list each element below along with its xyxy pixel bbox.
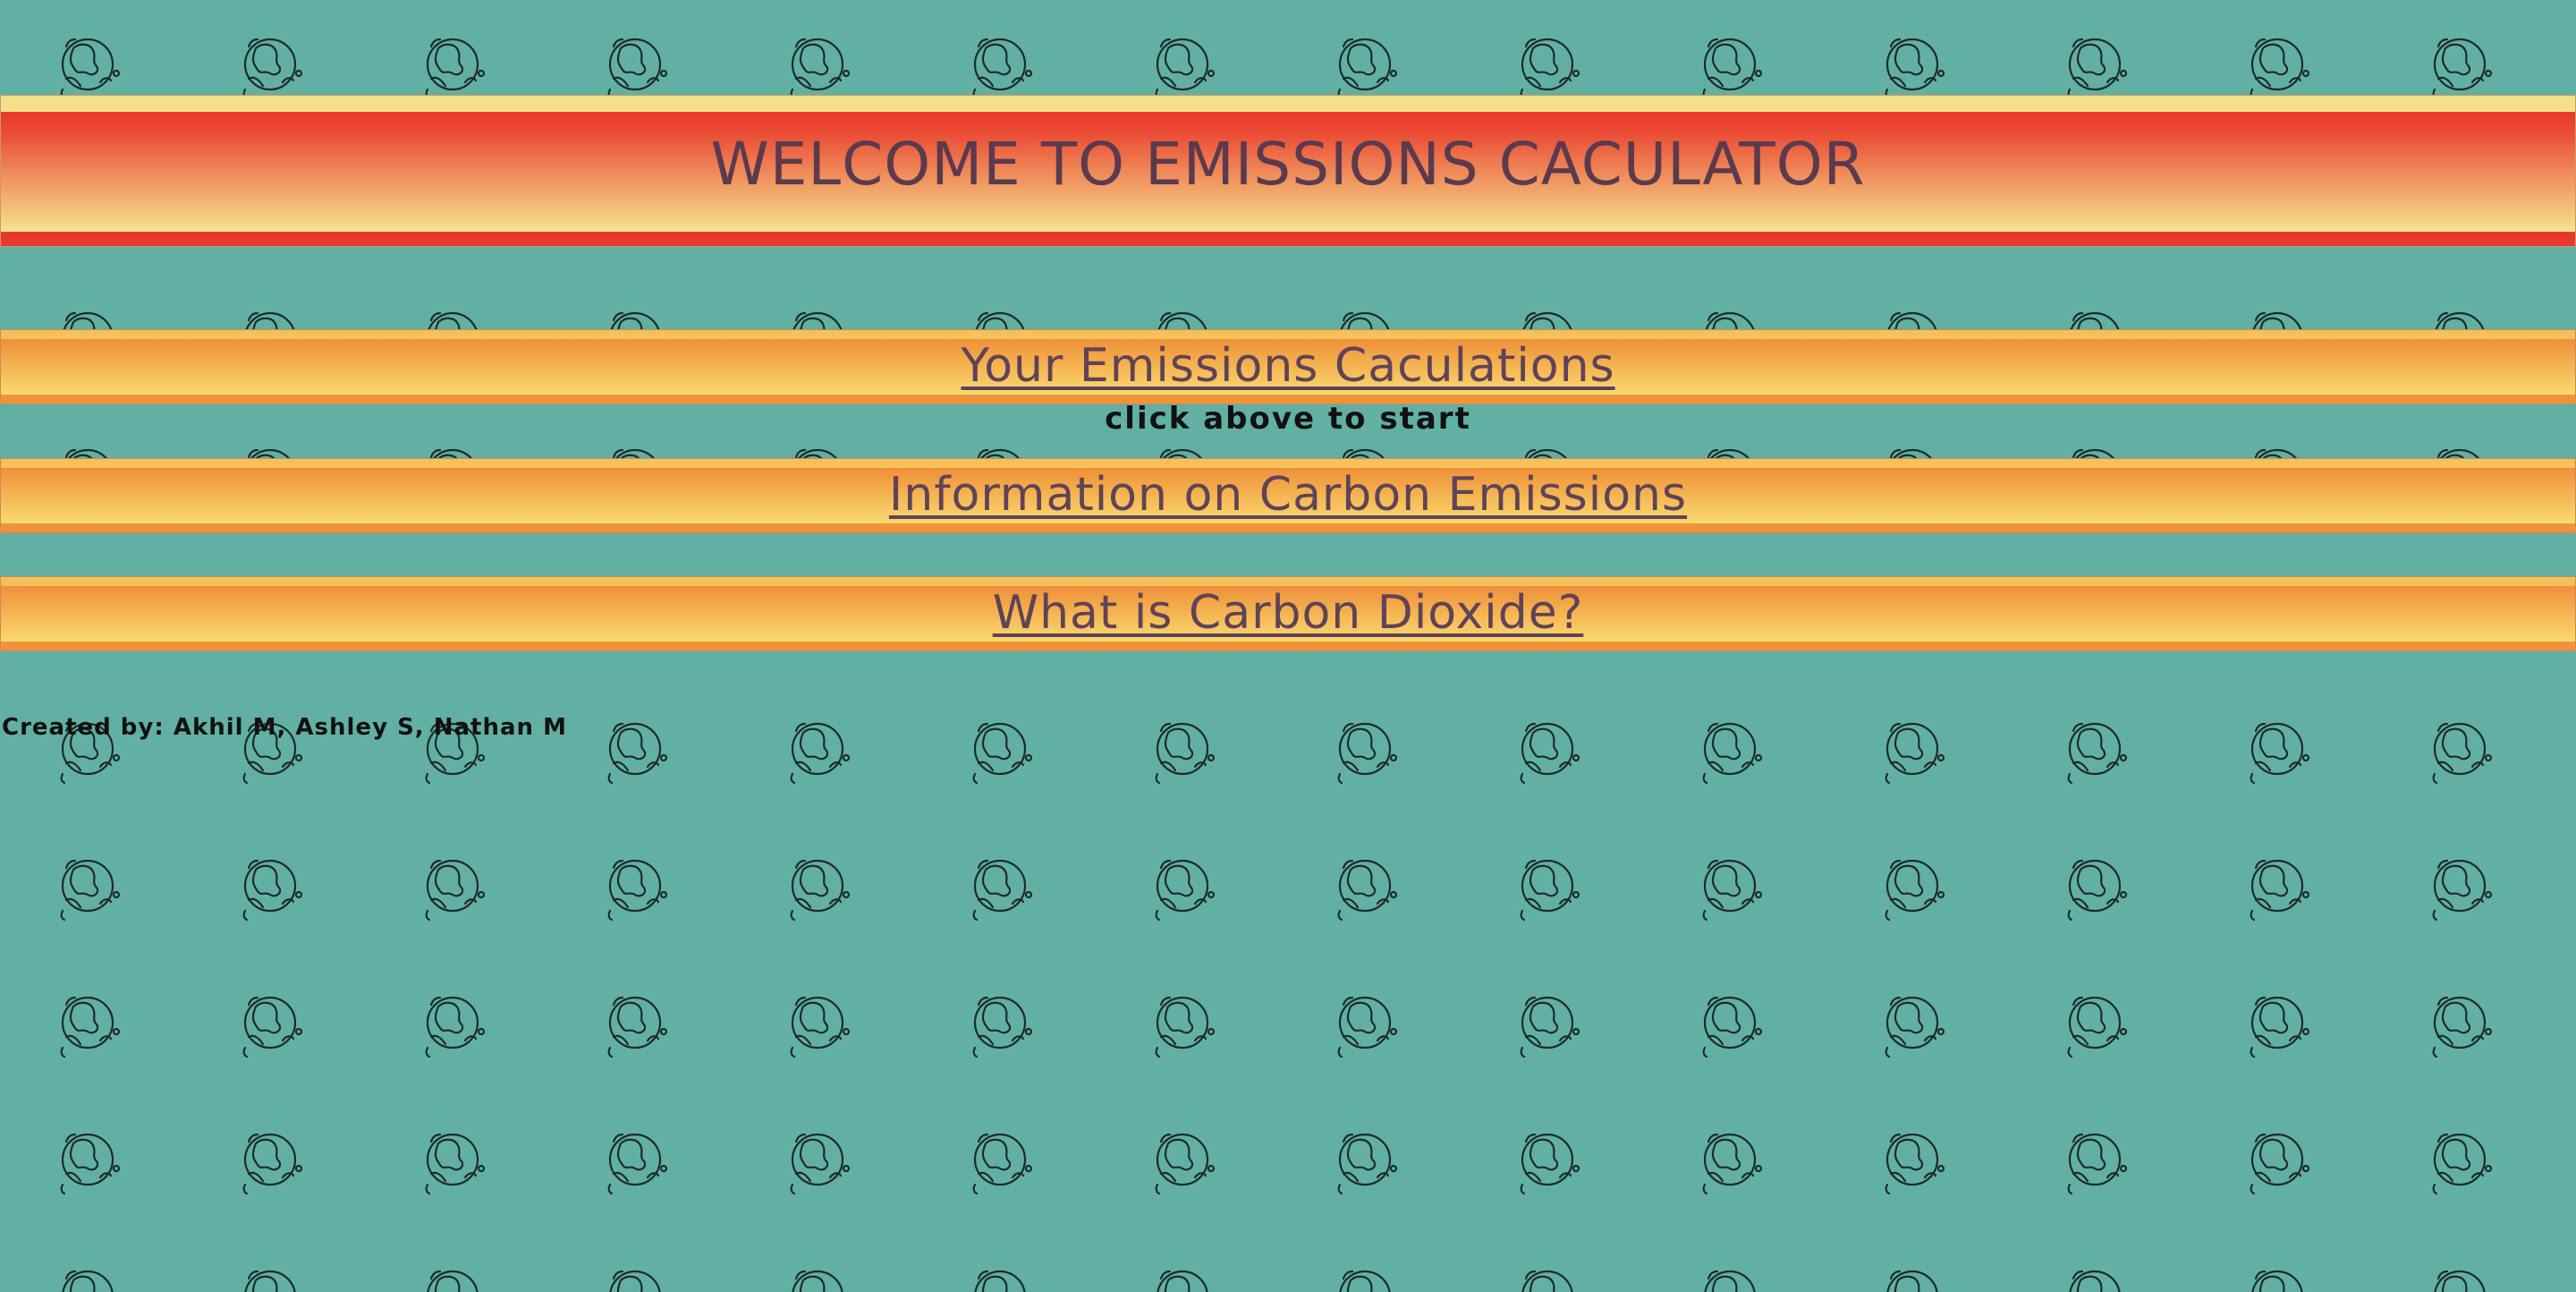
- carbon-info-link[interactable]: Information on Carbon Emissions: [889, 468, 1687, 522]
- nav-bar-co2: What is Carbon Dioxide?: [0, 576, 2576, 651]
- nav-bar-calculations: Your Emissions Caculations: [0, 329, 2576, 404]
- calculations-link[interactable]: Your Emissions Caculations: [961, 339, 1614, 393]
- nav-bar-information: Information on Carbon Emissions: [0, 458, 2576, 533]
- header-banner: WELCOME TO EMISSIONS CACULATOR: [0, 95, 2576, 247]
- page-title: WELCOME TO EMISSIONS CACULATOR: [710, 130, 1866, 199]
- credits-text: Created by: Akhil M, Ashley S, Nathan M: [2, 714, 567, 741]
- start-hint-text: click above to start: [1105, 401, 1471, 437]
- carbon-dioxide-link[interactable]: What is Carbon Dioxide?: [993, 586, 1584, 640]
